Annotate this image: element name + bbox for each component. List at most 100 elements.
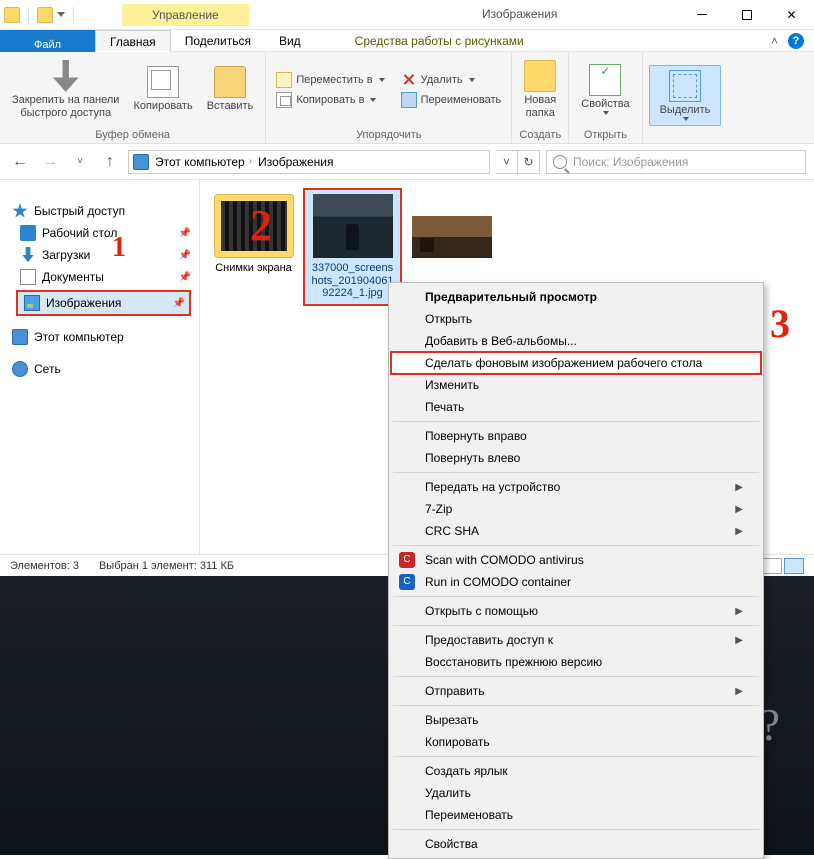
tab-home[interactable]: Главная: [95, 30, 171, 52]
ribbon-group-organize: Переместить в Копировать в Удалить Переи…: [266, 52, 512, 143]
rename-icon: [401, 92, 417, 108]
tab-view[interactable]: Вид: [265, 30, 315, 52]
tab-picture-tools[interactable]: Средства работы с рисунками: [341, 30, 538, 52]
file-item-folder[interactable]: Снимки экрана: [206, 190, 301, 279]
paste-icon: [214, 66, 246, 98]
nav-documents[interactable]: Документы📌: [4, 266, 195, 288]
pin-to-quick-access-button[interactable]: Закрепить на панели быстрого доступа: [6, 58, 125, 121]
search-input[interactable]: Поиск: Изображения: [546, 150, 806, 174]
image-thumbnail: [313, 194, 393, 258]
properties-label: Свойства: [581, 98, 629, 111]
copy-to-label: Копировать в: [296, 94, 364, 106]
ctx-rename[interactable]: Переименовать: [391, 804, 761, 826]
file-item-image[interactable]: [404, 190, 499, 266]
ctx-open[interactable]: Открыть: [391, 308, 761, 330]
ribbon-group-new: Новая папка Создать: [512, 52, 569, 143]
breadcrumb-current[interactable]: Изображения: [258, 155, 333, 169]
pin-label: Закрепить на панели быстрого доступа: [12, 94, 119, 119]
copy-button[interactable]: Копировать: [127, 64, 198, 115]
recent-locations-button[interactable]: ˅: [68, 150, 92, 174]
ctx-set-wallpaper[interactable]: Сделать фоновым изображением рабочего ст…: [391, 352, 761, 374]
ctx-add-web-albums[interactable]: Добавить в Веб-альбомы...: [391, 330, 761, 352]
app-icon: [4, 7, 20, 23]
ctx-cast[interactable]: Передать на устройство▶: [391, 476, 761, 498]
select-group-label: [643, 139, 728, 143]
new-folder-button[interactable]: Новая папка: [518, 58, 562, 121]
search-placeholder: Поиск: Изображения: [573, 155, 688, 169]
image-thumbnail: [412, 216, 492, 258]
back-button[interactable]: ←: [8, 150, 32, 174]
ctx-delete[interactable]: Удалить: [391, 782, 761, 804]
address-dropdown-button[interactable]: ˅: [496, 150, 518, 174]
ribbon-group-select: Выделить: [643, 52, 728, 143]
breadcrumb-root[interactable]: Этот компьютер: [155, 155, 245, 169]
ctx-preview[interactable]: Предварительный просмотр: [391, 286, 761, 308]
tab-file[interactable]: Файл: [0, 30, 95, 52]
paste-button[interactable]: Вставить: [201, 64, 260, 115]
ctx-give-access[interactable]: Предоставить доступ к▶: [391, 629, 761, 651]
ctx-cut[interactable]: Вырезать: [391, 709, 761, 731]
pin-indicator-icon: 📌: [173, 298, 185, 309]
select-all-button[interactable]: Выделить: [649, 65, 722, 126]
submenu-arrow-icon: ▶: [735, 686, 743, 697]
file-item-selected[interactable]: 337000_screenshots_20190406192224_1.jpg: [305, 190, 400, 304]
maximize-button[interactable]: [724, 0, 769, 30]
pc-icon: [12, 329, 28, 345]
delete-button[interactable]: Удалить: [397, 71, 506, 89]
rename-button[interactable]: Переименовать: [397, 91, 506, 109]
nav-desktop[interactable]: Рабочий стол📌: [4, 222, 195, 244]
select-label: Выделить: [660, 104, 711, 117]
context-menu: Предварительный просмотр Открыть Добавит…: [388, 282, 764, 859]
ctx-copy[interactable]: Копировать: [391, 731, 761, 753]
ctx-comodo-run[interactable]: CRun in COMODO container: [391, 571, 761, 593]
clipboard-group-label: Буфер обмена: [0, 127, 265, 143]
quick-access-toolbar: [0, 7, 82, 23]
ctx-send-to[interactable]: Отправить▶: [391, 680, 761, 702]
forward-button[interactable]: →: [38, 150, 62, 174]
nav-downloads[interactable]: Загрузки📌: [4, 244, 195, 266]
qat-dropdown-icon[interactable]: [57, 12, 65, 17]
delete-icon: [401, 72, 417, 88]
ctx-crc-sha[interactable]: CRC SHA▶: [391, 520, 761, 542]
tab-share[interactable]: Поделиться: [171, 30, 265, 52]
nav-quick-access[interactable]: Быстрый доступ: [4, 200, 195, 222]
view-thumbnails-button[interactable]: [784, 558, 804, 574]
documents-icon: [20, 269, 36, 285]
properties-button[interactable]: Свойства: [575, 62, 635, 117]
ctx-rotate-right[interactable]: Повернуть вправо: [391, 425, 761, 447]
refresh-button[interactable]: ↻: [518, 150, 540, 174]
up-button[interactable]: ↑: [98, 150, 122, 174]
move-to-button[interactable]: Переместить в: [272, 71, 388, 89]
folder-thumbnail: [214, 194, 294, 258]
ctx-properties[interactable]: Свойства: [391, 833, 761, 855]
network-icon: [12, 361, 28, 377]
ribbon-tabs: Файл Главная Поделиться Вид Средства раб…: [0, 30, 814, 52]
ctx-restore[interactable]: Восстановить прежнюю версию: [391, 651, 761, 673]
ctx-rotate-left[interactable]: Повернуть влево: [391, 447, 761, 469]
ribbon-collapse-icon[interactable]: ˄: [771, 34, 778, 48]
address-bar[interactable]: Этот компьютер› Изображения: [128, 150, 490, 174]
help-icon[interactable]: ?: [788, 33, 804, 49]
nav-pictures[interactable]: Изображения📌: [16, 290, 191, 316]
ctx-comodo-scan[interactable]: CScan with COMODO antivirus: [391, 549, 761, 571]
move-icon: [276, 72, 292, 88]
ctx-open-with[interactable]: Открыть с помощью▶: [391, 600, 761, 622]
ribbon-body: Закрепить на панели быстрого доступа Коп…: [0, 52, 814, 144]
minimize-button[interactable]: [679, 0, 724, 30]
ctx-create-shortcut[interactable]: Создать ярлык: [391, 760, 761, 782]
ctx-7zip[interactable]: 7-Zip▶: [391, 498, 761, 520]
nav-network[interactable]: Сеть: [4, 358, 195, 380]
view-details-button[interactable]: [762, 558, 782, 574]
close-button[interactable]: [769, 0, 814, 30]
copy-to-button[interactable]: Копировать в: [272, 91, 388, 109]
submenu-arrow-icon: ▶: [735, 635, 743, 646]
qat-new-folder-icon[interactable]: [37, 7, 53, 23]
ctx-print[interactable]: Печать: [391, 396, 761, 418]
new-folder-icon: [524, 60, 556, 92]
ribbon-contextual-tab[interactable]: Управление: [122, 4, 249, 26]
nav-this-pc[interactable]: Этот компьютер: [4, 326, 195, 348]
status-item-count: Элементов: 3: [10, 560, 79, 572]
navigation-row: ← → ˅ ↑ Этот компьютер› Изображения ˅ ↻ …: [0, 144, 814, 180]
ribbon-group-clipboard: Закрепить на панели быстрого доступа Коп…: [0, 52, 266, 143]
ctx-edit[interactable]: Изменить: [391, 374, 761, 396]
